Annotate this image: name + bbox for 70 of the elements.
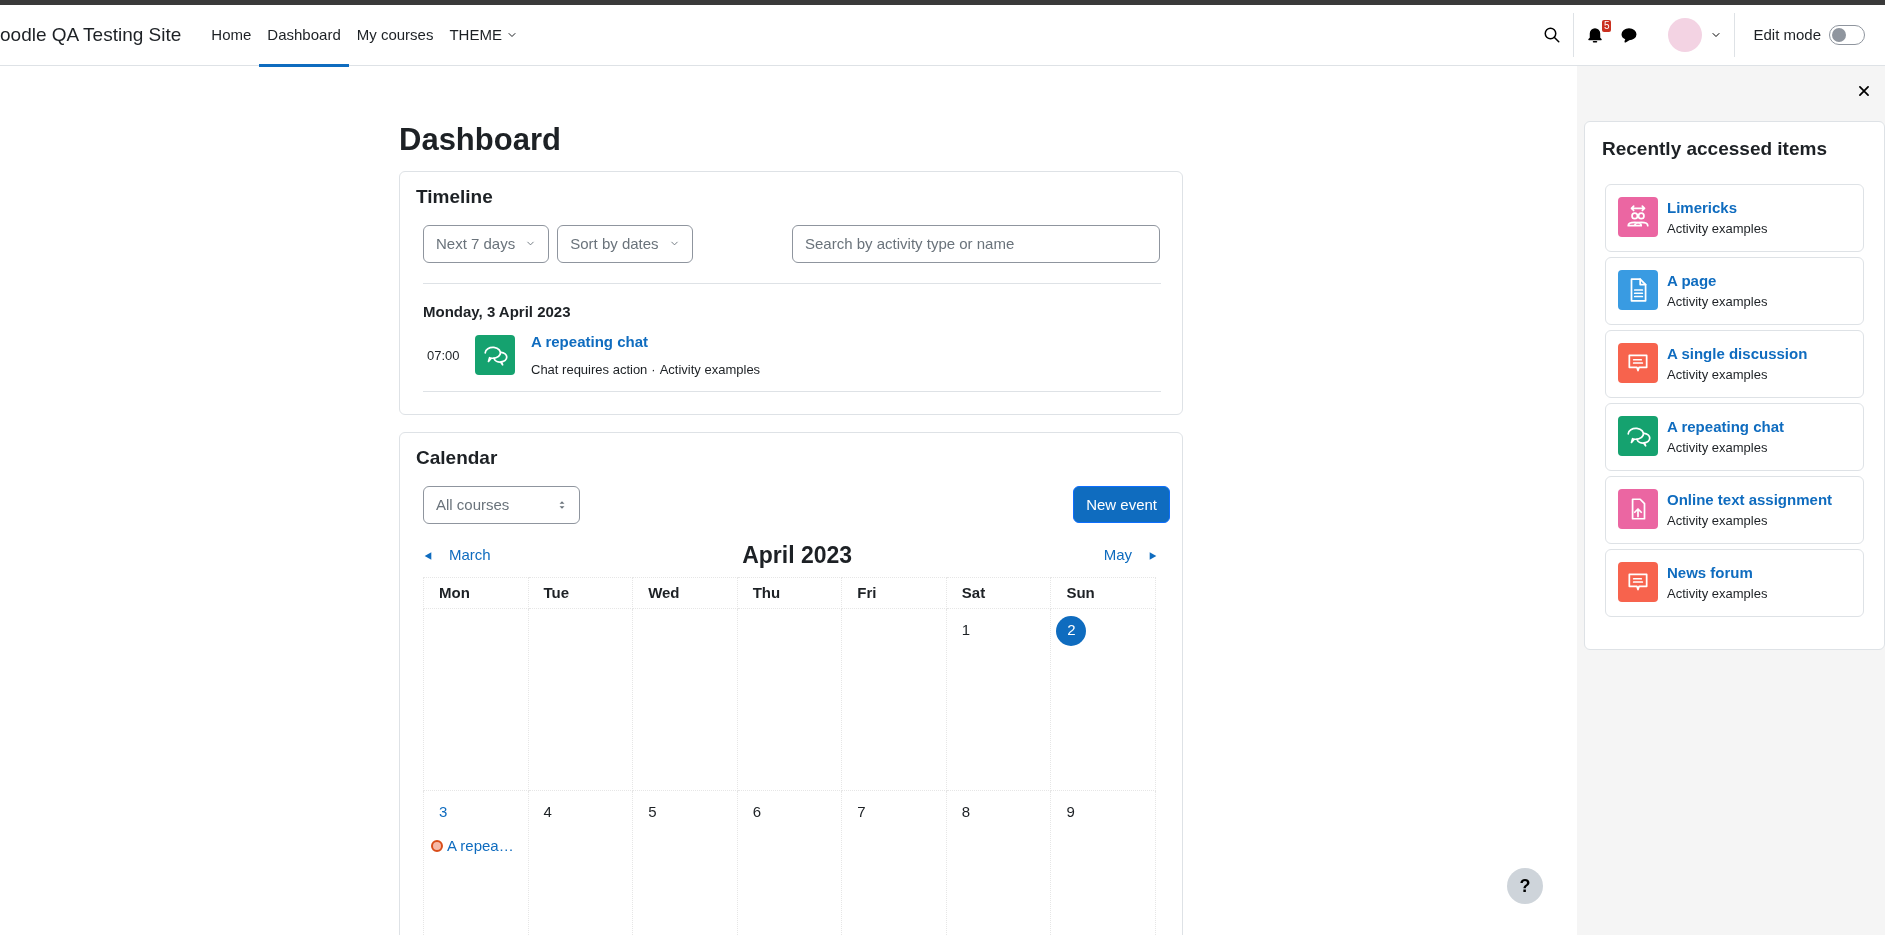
weekday-header: Wed	[632, 577, 738, 609]
recent-item[interactable]: Limericks Activity examples	[1605, 183, 1864, 252]
section-title: Timeline	[416, 186, 494, 209]
separator: ·	[651, 361, 656, 379]
month-title: April 2023	[742, 541, 853, 571]
filter-dropdown[interactable]: Sort by dates	[557, 225, 693, 263]
edit-mode-label: Edit mode	[1753, 24, 1821, 45]
course-name: Activity examples	[1667, 220, 1768, 239]
nav-link[interactable]: Dashboard	[259, 6, 349, 67]
day-number[interactable]: 2	[1056, 615, 1087, 646]
weekday-header: Sat	[946, 577, 1051, 609]
nav-link[interactable]: Home	[203, 6, 260, 67]
weekday-header: Sun	[1050, 577, 1156, 609]
nav-link[interactable]: My courses	[348, 6, 442, 67]
day-number: 5	[648, 803, 657, 821]
new-event-button[interactable]: New event	[1073, 486, 1170, 524]
event-status: Chat requires action	[531, 361, 648, 379]
search-field[interactable]: Search by activity type or name	[792, 225, 1160, 263]
day-number: 6	[752, 803, 762, 821]
item-link[interactable]: A page	[1667, 269, 1768, 293]
weekday-header: Fri	[841, 577, 947, 609]
avatar	[1668, 18, 1703, 52]
weekday-header: Mon	[423, 577, 529, 609]
course-name: Activity examples	[1667, 439, 1769, 458]
previous-month-link[interactable]: March	[423, 544, 491, 567]
day-number: 9	[1066, 803, 1075, 821]
edit-mode-switch[interactable]	[1829, 25, 1865, 45]
item-link[interactable]: A repeating chat	[1667, 415, 1784, 439]
item-link[interactable]: Limericks	[1667, 196, 1768, 220]
course-select[interactable]: All courses	[423, 486, 580, 525]
page-title: Dashboard	[399, 121, 562, 159]
bell-icon	[1586, 26, 1605, 44]
item-link[interactable]: Online text assignment	[1667, 488, 1833, 512]
course-name: Activity examples	[659, 361, 761, 379]
recent-item[interactable]: A single discussion Activity examples	[1605, 329, 1864, 398]
recent-item[interactable]: A repeating chat Activity examples	[1605, 402, 1864, 471]
course-event-icon	[431, 839, 443, 852]
event-time: 07:00	[426, 346, 461, 365]
weekday-header: Thu	[737, 577, 842, 609]
date-heading: Monday, 3 April 2023	[423, 302, 572, 322]
section-title: Calendar	[416, 447, 499, 471]
calendar-event[interactable]: A repea…	[431, 834, 513, 858]
recent-item[interactable]: A page Activity examples	[1605, 256, 1864, 325]
day-number[interactable]: 3	[439, 803, 448, 821]
next-month-link[interactable]: May	[1103, 544, 1158, 567]
weekday-header: Tue	[528, 577, 633, 609]
search-icon	[1543, 26, 1562, 44]
speech-bubble-icon	[1620, 26, 1639, 44]
item-link[interactable]: A single discussion	[1667, 342, 1808, 366]
course-name: Activity examples	[1667, 512, 1769, 531]
course-name: Activity examples	[1667, 585, 1768, 604]
help-button[interactable]: ?	[1507, 868, 1543, 904]
people-icon	[1625, 203, 1651, 230]
recent-item[interactable]: Online text assignment Activity examples	[1605, 475, 1864, 544]
close-icon	[1857, 84, 1871, 98]
course-name: Activity examples	[1667, 293, 1768, 312]
notifications-button[interactable]: 5	[1582, 22, 1609, 48]
recent-item[interactable]: News forum Activity examples	[1605, 548, 1864, 617]
day-number: 8	[961, 803, 971, 821]
site-name[interactable]: oodle QA Testing Site	[0, 20, 182, 50]
day-number: 7	[857, 803, 866, 821]
day-number: 1	[961, 621, 971, 639]
notification-badge: 5	[1601, 20, 1612, 32]
day-number: 4	[543, 803, 552, 821]
course-name: Activity examples	[1667, 366, 1769, 385]
section-title: Recently accessed items	[1602, 138, 1828, 161]
item-link[interactable]: News forum	[1667, 561, 1768, 585]
event-link[interactable]: A repeating chat	[531, 331, 648, 354]
filter-dropdown[interactable]: Next 7 days	[423, 225, 550, 263]
nav-link[interactable]: THEME	[441, 6, 526, 67]
